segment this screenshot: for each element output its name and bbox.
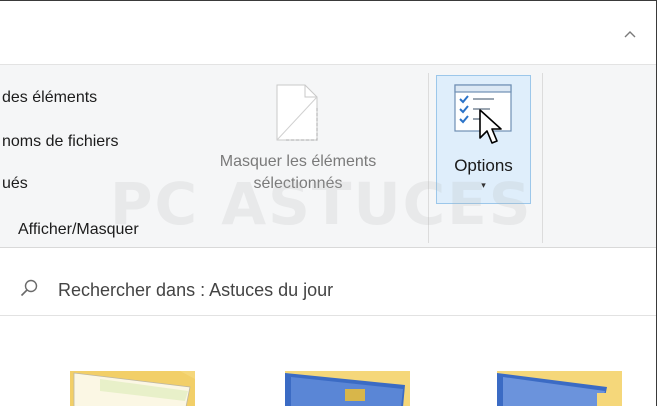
hide-selected-label-line2: sélectionnés <box>253 175 343 192</box>
title-bar <box>0 1 656 64</box>
mouse-pointer-icon <box>478 108 504 151</box>
hide-selected-items-button[interactable]: Masquer les éléments sélectionnés <box>178 77 418 207</box>
chevron-up-icon[interactable] <box>619 23 641 45</box>
group-separator <box>542 73 543 243</box>
options-label: Options <box>454 156 513 175</box>
checkbox-label-hidden-items[interactable]: des éléments <box>2 89 97 107</box>
checkbox-label-file-extensions[interactable]: noms de fichiers <box>2 133 119 151</box>
group-label-show-hide: Afficher/Masquer <box>18 221 139 238</box>
search-icon <box>19 278 39 303</box>
folder-icon[interactable] <box>497 371 627 406</box>
group-separator <box>428 73 429 243</box>
folder-icon[interactable] <box>70 371 200 406</box>
checkbox-label-hidden[interactable]: ués <box>2 175 28 193</box>
document-dashed-icon <box>274 83 320 148</box>
file-list <box>0 317 656 406</box>
search-bar[interactable]: Rechercher dans : Astuces du jour <box>0 256 656 316</box>
chevron-down-icon: ▾ <box>481 180 486 190</box>
folder-icon[interactable] <box>285 371 415 406</box>
hide-selected-label-line1: Masquer les éléments <box>219 153 377 170</box>
search-input[interactable]: Rechercher dans : Astuces du jour <box>58 280 333 301</box>
ribbon: des éléments noms de fichiers ués Masque… <box>0 64 656 248</box>
